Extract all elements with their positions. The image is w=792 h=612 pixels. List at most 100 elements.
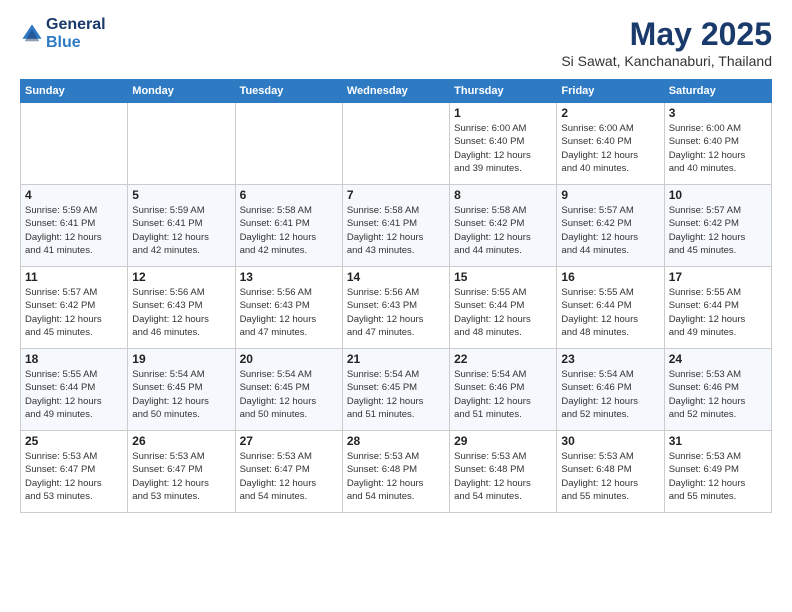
day-number: 10 [669, 188, 767, 202]
day-info: Sunrise: 5:58 AM Sunset: 6:41 PM Dayligh… [240, 204, 338, 257]
day-info: Sunrise: 5:58 AM Sunset: 6:41 PM Dayligh… [347, 204, 445, 257]
day-info: Sunrise: 5:54 AM Sunset: 6:45 PM Dayligh… [132, 368, 230, 421]
day-info: Sunrise: 5:55 AM Sunset: 6:44 PM Dayligh… [561, 286, 659, 339]
calendar-cell [342, 103, 449, 185]
day-number: 15 [454, 270, 552, 284]
location: Si Sawat, Kanchanaburi, Thailand [561, 53, 772, 69]
weekday-header-sunday: Sunday [21, 80, 128, 103]
month-title: May 2025 [561, 16, 772, 53]
calendar-cell: 4Sunrise: 5:59 AM Sunset: 6:41 PM Daylig… [21, 185, 128, 267]
day-number: 4 [25, 188, 123, 202]
calendar-cell: 2 Sunrise: 6:00 AM Sunset: 6:40 PM Daylig… [557, 103, 664, 185]
day-number: 22 [454, 352, 552, 366]
calendar-cell: 1Sunrise: 6:00 AM Sunset: 6:40 PM Daylig… [450, 103, 557, 185]
calendar-cell: 10 Sunrise: 5:57 AM Sunset: 6:42 PM Dayli… [664, 185, 771, 267]
calendar-cell: 14 Sunrise: 5:56 AM Sunset: 6:43 PM Dayli… [342, 267, 449, 349]
day-info: Sunrise: 5:58 AM Sunset: 6:42 PM Dayligh… [454, 204, 552, 257]
weekday-header-saturday: Saturday [664, 80, 771, 103]
calendar-cell: 18Sunrise: 5:55 AM Sunset: 6:44 PM Dayli… [21, 349, 128, 431]
title-block: May 2025 Si Sawat, Kanchanaburi, Thailan… [561, 16, 772, 69]
day-info: Sunrise: 5:53 AM Sunset: 6:47 PM Dayligh… [132, 450, 230, 503]
day-info: Sunrise: 5:54 AM Sunset: 6:46 PM Dayligh… [561, 368, 659, 421]
weekday-header-monday: Monday [128, 80, 235, 103]
day-number: 2 [561, 106, 659, 120]
calendar-cell: 8 Sunrise: 5:58 AM Sunset: 6:42 PM Daylig… [450, 185, 557, 267]
day-info: Sunrise: 5:59 AM Sunset: 6:41 PM Dayligh… [132, 204, 230, 257]
day-info: Sunrise: 5:55 AM Sunset: 6:44 PM Dayligh… [25, 368, 123, 421]
logo: General Blue [20, 16, 106, 52]
calendar-cell: 23 Sunrise: 5:54 AM Sunset: 6:46 PM Dayli… [557, 349, 664, 431]
day-info: Sunrise: 5:53 AM Sunset: 6:47 PM Dayligh… [25, 450, 123, 503]
week-row-4: 18Sunrise: 5:55 AM Sunset: 6:44 PM Dayli… [21, 349, 772, 431]
day-info: Sunrise: 5:54 AM Sunset: 6:45 PM Dayligh… [347, 368, 445, 421]
logo-text: General Blue [46, 16, 106, 52]
calendar-cell: 27Sunrise: 5:53 AM Sunset: 6:47 PM Dayli… [235, 431, 342, 513]
calendar-cell: 31 Sunrise: 5:53 AM Sunset: 6:49 PM Dayli… [664, 431, 771, 513]
weekday-header-wednesday: Wednesday [342, 80, 449, 103]
day-number: 17 [669, 270, 767, 284]
day-number: 25 [25, 434, 123, 448]
calendar-cell: 24 Sunrise: 5:53 AM Sunset: 6:46 PM Dayli… [664, 349, 771, 431]
day-number: 16 [561, 270, 659, 284]
calendar-cell [128, 103, 235, 185]
calendar-cell [21, 103, 128, 185]
day-number: 14 [347, 270, 445, 284]
header: General Blue May 2025 Si Sawat, Kanchana… [20, 16, 772, 69]
day-info: Sunrise: 6:00 AM Sunset: 6:40 PM Dayligh… [561, 122, 659, 175]
day-number: 7 [347, 188, 445, 202]
calendar-cell: 20 Sunrise: 5:54 AM Sunset: 6:45 PM Dayli… [235, 349, 342, 431]
day-info: Sunrise: 5:57 AM Sunset: 6:42 PM Dayligh… [25, 286, 123, 339]
day-info: Sunrise: 6:00 AM Sunset: 6:40 PM Dayligh… [669, 122, 767, 175]
calendar-cell: 7 Sunrise: 5:58 AM Sunset: 6:41 PM Daylig… [342, 185, 449, 267]
day-info: Sunrise: 5:53 AM Sunset: 6:48 PM Dayligh… [561, 450, 659, 503]
day-number: 13 [240, 270, 338, 284]
day-number: 21 [347, 352, 445, 366]
day-number: 19 [132, 352, 230, 366]
day-number: 27 [240, 434, 338, 448]
day-info: Sunrise: 5:57 AM Sunset: 6:42 PM Dayligh… [669, 204, 767, 257]
weekday-header-tuesday: Tuesday [235, 80, 342, 103]
day-info: Sunrise: 6:00 AM Sunset: 6:40 PM Dayligh… [454, 122, 552, 175]
calendar-cell: 16 Sunrise: 5:55 AM Sunset: 6:44 PM Dayli… [557, 267, 664, 349]
week-row-1: 1Sunrise: 6:00 AM Sunset: 6:40 PM Daylig… [21, 103, 772, 185]
calendar-table: SundayMondayTuesdayWednesdayThursdayFrid… [20, 79, 772, 513]
day-number: 29 [454, 434, 552, 448]
day-info: Sunrise: 5:54 AM Sunset: 6:46 PM Dayligh… [454, 368, 552, 421]
calendar-cell: 12Sunrise: 5:56 AM Sunset: 6:43 PM Dayli… [128, 267, 235, 349]
day-number: 30 [561, 434, 659, 448]
day-number: 31 [669, 434, 767, 448]
calendar-cell: 26 Sunrise: 5:53 AM Sunset: 6:47 PM Dayli… [128, 431, 235, 513]
calendar-cell: 6 Sunrise: 5:58 AM Sunset: 6:41 PM Daylig… [235, 185, 342, 267]
day-info: Sunrise: 5:53 AM Sunset: 6:48 PM Dayligh… [454, 450, 552, 503]
calendar-cell: 17Sunrise: 5:55 AM Sunset: 6:44 PM Dayli… [664, 267, 771, 349]
calendar-cell: 21 Sunrise: 5:54 AM Sunset: 6:45 PM Dayli… [342, 349, 449, 431]
day-number: 3 [669, 106, 767, 120]
week-row-5: 25 Sunrise: 5:53 AM Sunset: 6:47 PM Dayli… [21, 431, 772, 513]
calendar-cell: 19 Sunrise: 5:54 AM Sunset: 6:45 PM Dayli… [128, 349, 235, 431]
day-number: 24 [669, 352, 767, 366]
weekday-header-friday: Friday [557, 80, 664, 103]
logo-icon [20, 22, 44, 46]
day-number: 11 [25, 270, 123, 284]
day-number: 28 [347, 434, 445, 448]
day-number: 5 [132, 188, 230, 202]
weekday-header-row: SundayMondayTuesdayWednesdayThursdayFrid… [21, 80, 772, 103]
calendar-cell: 5 Sunrise: 5:59 AM Sunset: 6:41 PM Daylig… [128, 185, 235, 267]
day-number: 23 [561, 352, 659, 366]
day-number: 8 [454, 188, 552, 202]
day-info: Sunrise: 5:53 AM Sunset: 6:49 PM Dayligh… [669, 450, 767, 503]
day-info: Sunrise: 5:56 AM Sunset: 6:43 PM Dayligh… [347, 286, 445, 339]
calendar-cell: 13Sunrise: 5:56 AM Sunset: 6:43 PM Dayli… [235, 267, 342, 349]
day-info: Sunrise: 5:56 AM Sunset: 6:43 PM Dayligh… [132, 286, 230, 339]
weekday-header-thursday: Thursday [450, 80, 557, 103]
calendar-cell: 30 Sunrise: 5:53 AM Sunset: 6:48 PM Dayli… [557, 431, 664, 513]
calendar-cell: 28Sunrise: 5:53 AM Sunset: 6:48 PM Dayli… [342, 431, 449, 513]
day-number: 26 [132, 434, 230, 448]
day-info: Sunrise: 5:54 AM Sunset: 6:45 PM Dayligh… [240, 368, 338, 421]
day-number: 6 [240, 188, 338, 202]
day-number: 20 [240, 352, 338, 366]
day-info: Sunrise: 5:55 AM Sunset: 6:44 PM Dayligh… [454, 286, 552, 339]
day-info: Sunrise: 5:53 AM Sunset: 6:46 PM Dayligh… [669, 368, 767, 421]
day-info: Sunrise: 5:57 AM Sunset: 6:42 PM Dayligh… [561, 204, 659, 257]
calendar-cell: 9Sunrise: 5:57 AM Sunset: 6:42 PM Daylig… [557, 185, 664, 267]
